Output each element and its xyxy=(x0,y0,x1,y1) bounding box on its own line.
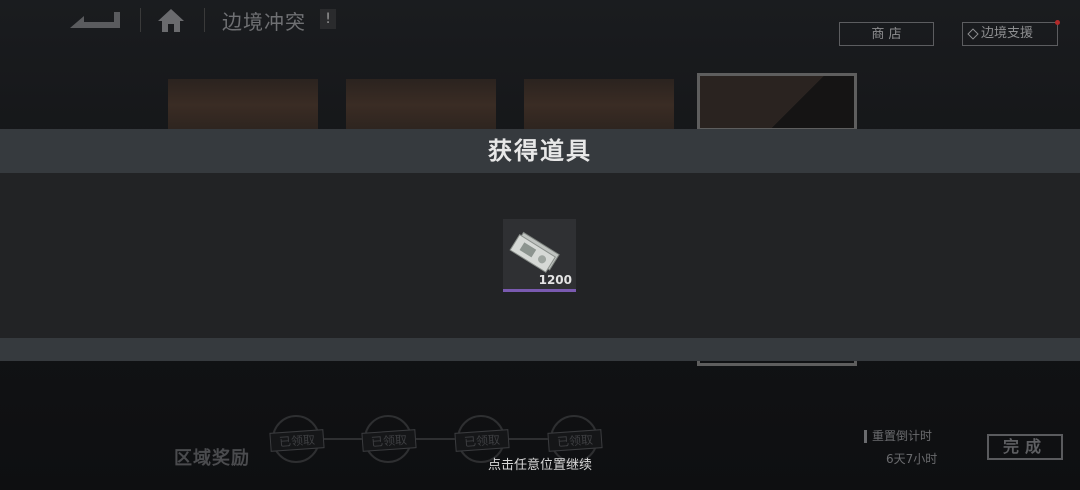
divider xyxy=(204,8,205,32)
support-label: 边境支援 xyxy=(981,26,1034,41)
reset-countdown-time: 6天7小时 xyxy=(886,452,938,466)
item-quantity: 1200 xyxy=(538,273,572,287)
home-icon xyxy=(158,9,184,32)
cash-bills-icon xyxy=(509,231,560,273)
divider xyxy=(140,8,141,32)
notification-dot xyxy=(1055,20,1060,25)
popup-title: 获得道具 xyxy=(488,137,592,165)
home-button[interactable] xyxy=(156,6,186,34)
reward-track xyxy=(318,438,553,440)
claimed-stamp: 已领取 xyxy=(454,429,510,452)
done-button[interactable]: 完成 xyxy=(987,434,1063,460)
diamond-icon xyxy=(967,27,979,40)
claimed-stamp: 已领取 xyxy=(269,429,325,452)
zone-card[interactable] xyxy=(524,79,674,131)
popup-header: 获得道具 xyxy=(0,129,1080,173)
back-button[interactable] xyxy=(66,8,124,34)
back-arrow-icon xyxy=(70,12,120,28)
zone-card[interactable] xyxy=(346,79,496,131)
popup-footer xyxy=(0,338,1080,361)
alert-badge[interactable]: ! xyxy=(320,9,336,29)
zone-card-selected[interactable] xyxy=(697,73,857,131)
reward-item-slot[interactable]: 1200 xyxy=(503,219,576,292)
border-support-button[interactable]: 边境支援 xyxy=(962,22,1058,46)
reset-countdown-label: 重置倒计时 xyxy=(864,430,932,443)
shop-button[interactable]: 商 店 xyxy=(839,22,934,46)
top-bar: 边境冲突 ! 商 店 边境支援 xyxy=(0,0,1080,48)
zone-card[interactable] xyxy=(168,79,318,131)
claimed-stamp: 已领取 xyxy=(361,429,417,452)
page-title: 边境冲突 xyxy=(222,10,306,34)
claimed-stamp: 已领取 xyxy=(547,429,603,452)
